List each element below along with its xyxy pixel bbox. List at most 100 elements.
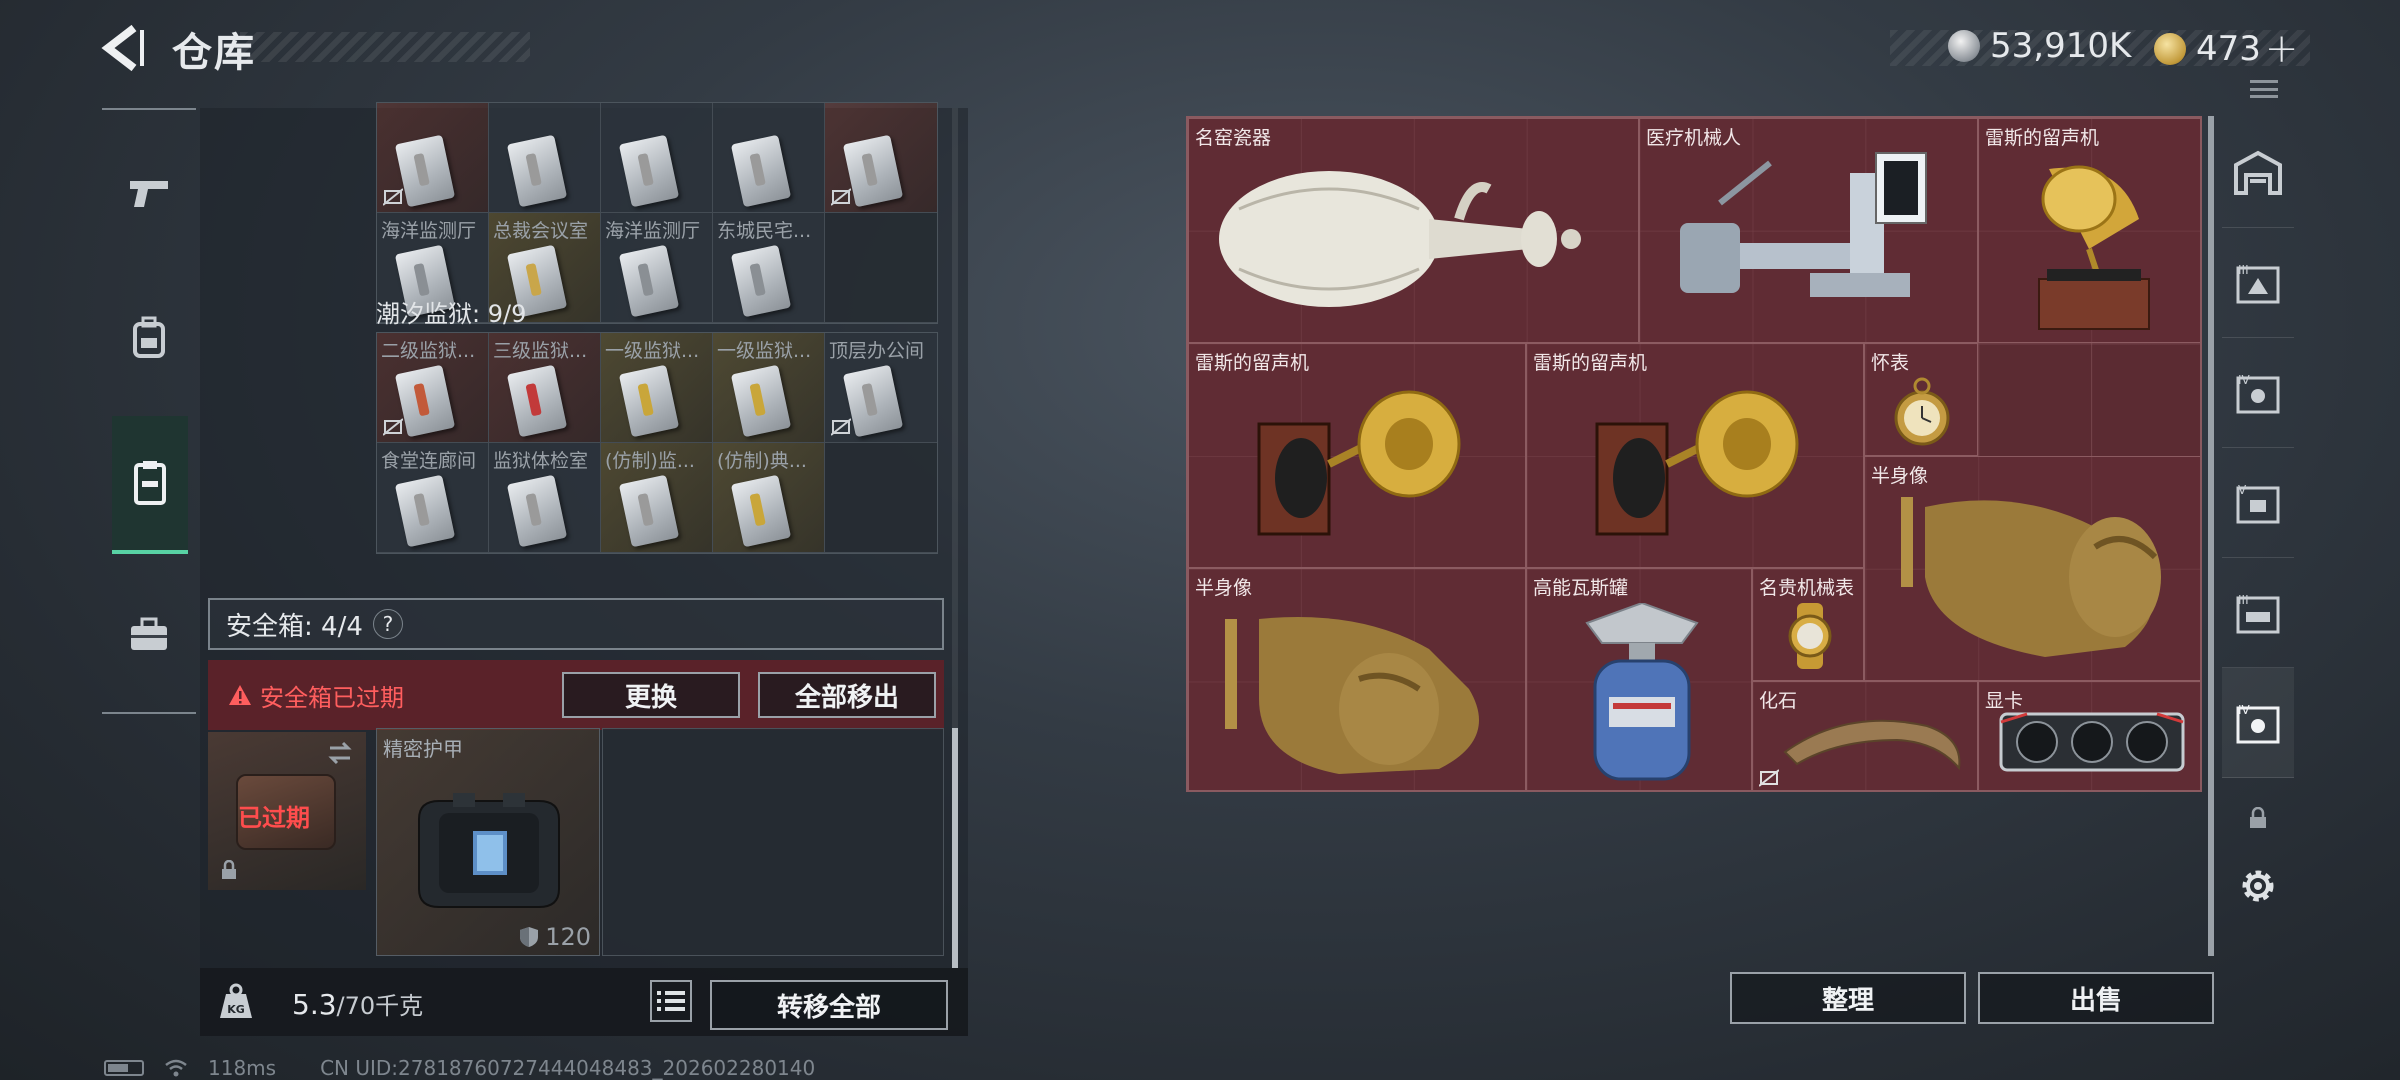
page-title: 仓库 <box>172 30 256 76</box>
gramophone-icon <box>2038 165 2150 330</box>
item-medical-robot[interactable]: 医疗机械人 <box>1639 118 1978 343</box>
stash-tab-4[interactable]: IV <box>2222 338 2294 448</box>
keycard-slot[interactable] <box>713 103 825 213</box>
keycard-icon <box>618 364 680 438</box>
settings-button[interactable] <box>2222 858 2294 914</box>
stash-tab-roman: IV <box>2238 703 2251 717</box>
swap-icon[interactable] <box>326 740 354 766</box>
stash-scrollbar[interactable] <box>2208 116 2214 956</box>
keycard-slot[interactable]: 顶层办公间 <box>825 333 937 443</box>
keycard-label: 总裁会议室 <box>493 220 589 242</box>
keycard-slot[interactable] <box>489 103 601 213</box>
menu-icon[interactable] <box>2250 80 2278 98</box>
item-gpu[interactable]: 显卡 <box>1978 681 2200 790</box>
keycard-slot[interactable] <box>601 103 713 213</box>
weight-icon: KG <box>220 983 252 1018</box>
keycard-slot[interactable]: 监狱体检室 <box>489 443 601 553</box>
back-button[interactable] <box>98 22 150 74</box>
armor-item-slot[interactable]: 精密护甲 120 <box>376 728 600 956</box>
no-sell-icon <box>831 418 851 436</box>
keycard-slot[interactable]: 一级监狱... <box>713 333 825 443</box>
gramophone-icon <box>1595 390 1799 536</box>
weight-max: /70千克 <box>336 992 424 1020</box>
empty-slot[interactable] <box>825 213 937 323</box>
keycard-icon <box>730 364 792 438</box>
item-gramophone[interactable]: 雷斯的留声机 <box>1526 343 1864 568</box>
keycard-slot[interactable]: (仿制)监... <box>601 443 713 553</box>
stash-tab-3[interactable]: III <box>2222 228 2294 338</box>
item-fossil[interactable]: 化石 <box>1752 681 1978 790</box>
item-label: 名窑瓷器 <box>1195 127 1272 149</box>
stash-tab-5[interactable]: V <box>2222 448 2294 558</box>
bronze-bust-icon <box>1901 497 2161 657</box>
uid-readout: CN UID:27818760727444048483_202602280140 <box>320 1056 816 1080</box>
panel-scrollbar-thumb[interactable] <box>952 728 958 968</box>
stash-tab-icon: III <box>2236 593 2280 633</box>
stash-tab-main[interactable] <box>2222 118 2294 228</box>
keycard-slot[interactable]: 一级监狱... <box>601 333 713 443</box>
item-gas-tank[interactable]: 高能瓦斯罐 <box>1526 568 1752 790</box>
gold-coin-icon <box>2154 33 2186 65</box>
keycard-slot[interactable]: 海洋监测厅 <box>601 213 713 323</box>
item-gramophone[interactable]: 雷斯的留声机 <box>1978 118 2200 343</box>
safe-case-slot[interactable]: 已过期 <box>208 732 366 890</box>
list-view-button[interactable] <box>650 980 692 1022</box>
add-currency-button[interactable]: + <box>2265 26 2299 72</box>
keycard-icon <box>394 474 456 548</box>
keycard-icon <box>730 244 792 318</box>
gramophone-icon <box>1257 390 1461 536</box>
keycard-label: 食堂连廊间 <box>381 450 477 472</box>
keycard-icon <box>394 364 456 438</box>
keycard-slot[interactable]: 食堂连廊间 <box>377 443 489 553</box>
weight-icon-label: KG <box>227 1003 245 1016</box>
sort-button[interactable]: 整理 <box>1730 972 1966 1024</box>
keycard-icon <box>506 134 568 208</box>
no-sell-icon <box>383 188 403 206</box>
no-sell-icon <box>1759 769 1779 787</box>
empty-slot[interactable] <box>825 443 937 553</box>
item-label: 名贵机械表 <box>1759 577 1855 599</box>
item-bust[interactable]: 半身像 <box>1188 568 1526 790</box>
rail-collectibles[interactable] <box>112 416 188 554</box>
pistol-icon <box>130 181 168 207</box>
remove-all-button[interactable]: 全部移出 <box>758 672 936 718</box>
keycard-slot[interactable] <box>825 103 937 213</box>
replace-button[interactable]: 更换 <box>562 672 740 718</box>
stash-tab-4b[interactable]: IV <box>2222 668 2294 778</box>
transfer-all-button[interactable]: 转移全部 <box>710 980 948 1030</box>
wifi-icon <box>165 1059 187 1077</box>
safe-box-header: 安全箱: 4/4 ? <box>208 598 944 650</box>
gold-currency[interactable]: 473 + <box>2154 26 2298 72</box>
keycard-slot[interactable] <box>377 103 489 213</box>
sell-button[interactable]: 出售 <box>1978 972 2214 1024</box>
stash-tab-icon: V <box>2236 483 2280 523</box>
item-pocket-watch[interactable]: 怀表 <box>1864 343 1978 456</box>
keycard-label: 监狱体检室 <box>493 450 589 472</box>
gold-amount: 473 <box>2196 29 2261 69</box>
item-wrist-watch[interactable]: 名贵机械表 <box>1752 568 1864 681</box>
item-bust[interactable]: 半身像 <box>1864 456 2200 681</box>
item-gramophone[interactable]: 雷斯的留声机 <box>1188 343 1526 568</box>
inventory-panel: 海洋监测厅 总裁会议室 海洋监测厅 东城民宅... 潮汐监狱: 9/9 二级监狱...… <box>200 102 968 1036</box>
empty-slot[interactable] <box>602 728 944 956</box>
stash-tab-3b[interactable]: III <box>2222 558 2294 668</box>
keycard-label: 一级监狱... <box>605 340 700 362</box>
rail-equipment[interactable] <box>114 302 184 372</box>
keycard-slot[interactable]: 东城民宅... <box>713 213 825 323</box>
keycard-icon <box>730 134 792 208</box>
expired-message: 安全箱已过期 <box>260 683 404 712</box>
item-vase[interactable]: 名窑瓷器 <box>1188 118 1639 343</box>
toolbox-icon <box>131 617 167 650</box>
title-decoration <box>240 32 530 62</box>
keycard-slot[interactable]: 二级监狱... <box>377 333 489 443</box>
keycard-slot[interactable]: (仿制)典... <box>713 443 825 553</box>
stash-tab-locked[interactable] <box>2222 798 2294 838</box>
gas-tank-icon <box>1585 603 1699 781</box>
rail-consumables[interactable] <box>114 600 184 670</box>
help-button[interactable]: ? <box>372 609 403 639</box>
rail-weapons[interactable] <box>114 158 184 228</box>
stash-tab-roman: III <box>2238 593 2249 607</box>
status-footer: 118ms CN UID:27818760727444048483_202602… <box>104 1056 815 1080</box>
armor-durability-value: 120 <box>545 923 591 951</box>
keycard-slot[interactable]: 三级监狱... <box>489 333 601 443</box>
